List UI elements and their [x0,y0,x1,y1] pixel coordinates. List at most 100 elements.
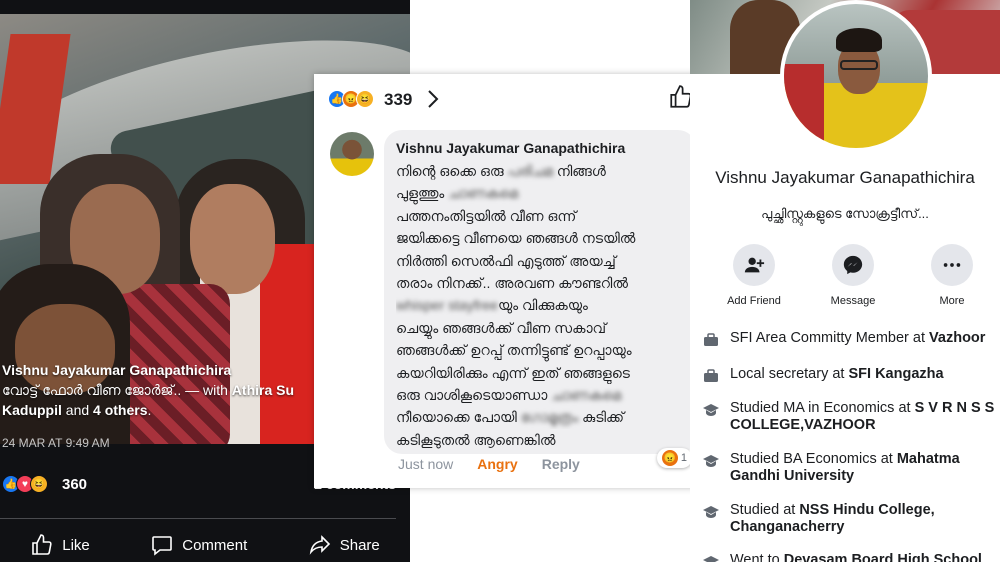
detail-work-2: Local secretary at SFI Kangazha [702,366,1000,385]
add-friend-button[interactable]: Add Friend [718,244,790,307]
haha-reaction-icon: 😆 [356,90,374,108]
comment-reaction-count: 1 [680,452,687,464]
chevron-right-icon[interactable] [426,88,440,110]
profile-bio: പുച്ഛിസ്റ്റുകളുടെ സോക്രട്ടീസ്... [761,206,929,221]
briefcase-icon [702,331,720,349]
profile-picture[interactable] [780,0,932,152]
panel-reaction-icons[interactable]: 👍 😠 😆 [328,90,374,108]
blurred-word: ചാണകമെ [551,387,622,404]
detail-text: Studied BA Economics at Mahatma Gandhi U… [730,451,960,484]
detail-education-1: Studied MA in Economics at S V R N S S C… [702,400,1000,434]
comment-line: കയറിയിരിക്കും എന്ന് ഇത് ഞങ്ങളുടെ [396,364,630,381]
photo-face-woman [190,184,275,294]
profile-pic-car [784,64,824,148]
thumbs-up-icon [32,534,52,555]
comment-line: ഒരു വാശികൂടെയാണ്ഡാ ചാണകമെ [396,387,622,404]
message-button[interactable]: Message [817,244,889,307]
comment-line: പുളുത്തും ചാണകമെ [396,185,519,202]
blurred-word: ഗോമൂത്രം [520,409,579,426]
graduation-cap-icon [702,553,720,562]
like-label: Like [62,536,90,554]
more-circle [931,244,973,286]
screenshot-collage: Vishnu Jayakumar Ganapathichira വോട്ട് ഫ… [0,0,1000,562]
divider [0,518,396,519]
comment-line: ഞങ്ങൾക്ക് ഉറപ്പ് തന്നിട്ടുണ്ട് ഉറപ്പായും [396,342,632,359]
detail-education-4: Went to Devasam Board High School [702,552,1000,562]
blurred-word: ചാണകമെ [448,185,519,202]
post-caption-text: വോട്ട് ഫോർ വീണ ജോർജ്.. — with [2,382,228,398]
panel-reaction-count[interactable]: 339 [384,90,412,110]
graduation-cap-icon [702,503,720,521]
comment-panel-header: 👍 😠 😆 339 [314,74,710,126]
tagged-person-link-rest[interactable]: Kaduppil [2,402,62,418]
reaction-icons: 👍 ♥ 😆 [2,475,48,493]
profile-panel: Vishnu Jayakumar Ganapathichira പുച്ഛിസ്… [690,0,1000,562]
blurred-word: stayfree [448,297,498,314]
graduation-cap-icon [702,452,720,470]
caption-and: and [65,402,90,418]
comment-reaction-badge[interactable]: 😠 1 [656,448,692,468]
messenger-icon [843,255,863,275]
detail-work-1: SFI Area Committy Member at Vazhoor [702,330,1000,349]
comment-panel: 👍 😠 😆 339 Vishnu Jayakumar Ganapathichir… [314,74,710,488]
detail-text: SFI Area Committy Member at Vazhoor [730,330,986,346]
add-friend-label: Add Friend [727,295,781,307]
detail-link[interactable]: Vazhoor [929,330,985,346]
detail-link[interactable]: Devasam Board High School [784,552,982,562]
tagged-person-link[interactable]: Athira Su [232,382,294,398]
share-label: Share [339,536,380,554]
comment-line: whisper stayfreeയും വിക്കുകയും [396,297,588,314]
comment-time: Just now [398,456,454,472]
profile-pic-hair [836,28,882,52]
comment-line: പത്തനംതിട്ടയിൽ വീണ ഒന്ന് [396,207,577,224]
angry-reaction-button[interactable]: Angry [477,456,517,472]
more-button[interactable]: More [916,244,988,307]
share-button[interactable]: Share [308,533,380,557]
comment-icon [152,536,173,556]
message-circle [832,244,874,286]
comment-line: ചെയ്യും ഞങ്ങൾക്ക് വീണ സകാവ് [396,319,607,336]
comment-line: കടികൂടുതൽ ആണെങ്കിൽ [396,431,556,448]
profile-pic-glasses [840,60,878,70]
haha-reaction-icon: 😆 [30,475,48,493]
post-actions: Like Comment Share [0,530,410,560]
comment-author[interactable]: Vishnu Jayakumar Ganapathichira [396,140,684,156]
detail-education-3: Studied at NSS Hindu College, Changanach… [702,502,1000,536]
comment-line: നീയൊക്കെ പോയി ഗോമൂത്രം കുടിക്ക് [396,409,624,426]
detail-education-2: Studied BA Economics at Mahatma Gandhi U… [702,451,1000,485]
profile-name: Vishnu Jayakumar Ganapathichira [715,168,975,187]
detail-text: Local secretary at SFI Kangazha [730,366,944,382]
comment-line: നിന്റെ ഒക്കെ ഒരു പരിചമ നിങ്ങൾ [396,163,606,179]
detail-link[interactable]: SFI Kangazha [848,366,943,382]
add-friend-circle [733,244,775,286]
briefcase-icon [702,367,720,385]
reply-button[interactable]: Reply [542,456,580,472]
like-button[interactable]: Like [30,533,90,557]
angry-reaction-icon: 😠 [661,450,678,466]
comment-bubble[interactable]: Vishnu Jayakumar Ganapathichira നിന്റെ ഒ… [384,130,696,454]
caption-end: . [147,402,152,418]
commenter-avatar[interactable] [330,132,374,176]
reaction-count[interactable]: 360 [62,476,87,493]
more-label: More [939,295,965,307]
blurred-word: whisper [396,297,445,314]
detail-text: Went to Devasam Board High School [730,552,982,562]
comment-line: ജയിക്കട്ടെ വീണയെ ഞങ്ങൾ നടയിൽ [396,230,636,247]
tagged-others-link[interactable]: 4 others [93,402,147,418]
more-dots-icon [943,263,961,267]
graduation-cap-icon [702,401,720,419]
detail-text: Studied at NSS Hindu College, Changanach… [730,502,935,535]
comment-footer: Just now Angry Reply [398,456,580,472]
comment-line: നിർത്തി സെൽഫി എടുത്ത് അയച്ച് [396,252,616,269]
comment-body: നിന്റെ ഒക്കെ ഒരു പരിചമ നിങ്ങൾ പുളുത്തും … [396,160,684,451]
share-icon [309,535,330,555]
message-label: Message [830,295,876,307]
comment-button[interactable]: Comment [150,533,247,557]
add-friend-icon [744,257,765,273]
blurred-word: പരിചമ [507,163,553,179]
post-timestamp[interactable]: 24 MAR AT 9:49 AM [2,436,110,450]
profile-actions: Add Friend Message More [718,244,988,307]
comment-label: Comment [182,536,248,554]
comment-line: തരാം നിനക്ക്.. അരവണ കൗണ്ടറിൽ [396,275,628,292]
detail-text: Studied MA in Economics at S V R N S S C… [730,400,995,433]
